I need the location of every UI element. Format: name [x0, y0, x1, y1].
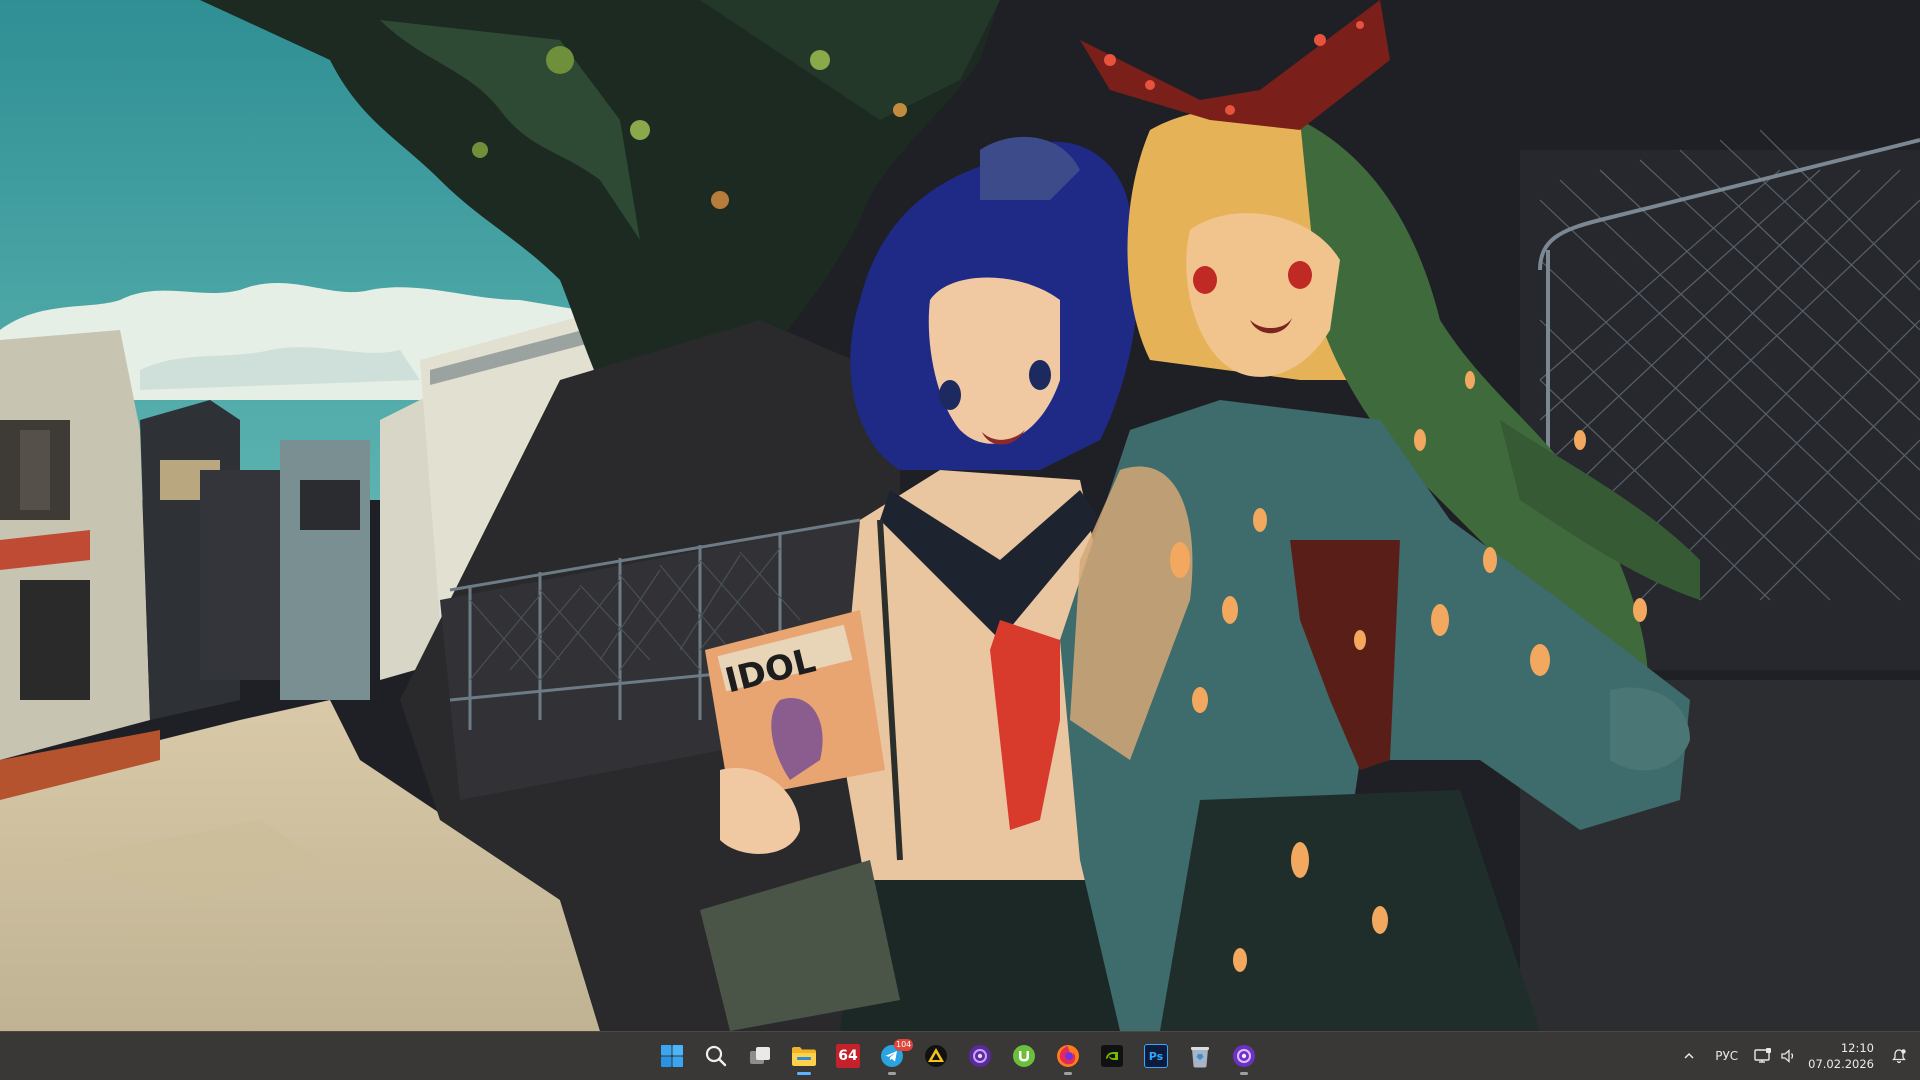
notification-center-button[interactable] — [1884, 1036, 1920, 1076]
photoshop-label: Ps — [1148, 1049, 1164, 1063]
running-indicator — [797, 1072, 811, 1075]
recycle-bin-button[interactable] — [1178, 1036, 1222, 1076]
clock-date: 07.02.2026 — [1808, 1057, 1874, 1071]
photoshop-icon: Ps — [1144, 1044, 1168, 1068]
clock[interactable]: 12:10 07.02.2026 — [1800, 1036, 1884, 1076]
wallpaper-image: IDOL — [0, 0, 1920, 1031]
aida64-icon: 64 — [836, 1044, 860, 1068]
input-language-indicator[interactable]: РУС — [1705, 1036, 1748, 1076]
purple-app-2-button[interactable] — [1222, 1036, 1266, 1076]
utorrent-icon — [1013, 1045, 1035, 1067]
running-indicator — [1064, 1072, 1072, 1075]
purple-app-button[interactable] — [958, 1036, 1002, 1076]
notification-bell-icon — [1892, 1049, 1906, 1064]
task-view-icon — [750, 1047, 770, 1064]
network-icon — [1754, 1048, 1772, 1063]
running-indicator — [888, 1072, 896, 1075]
nvidia-button[interactable] — [1090, 1036, 1134, 1076]
nvidia-icon — [1101, 1045, 1123, 1067]
telegram-button[interactable]: 104 — [870, 1036, 914, 1076]
aida64-button[interactable]: 64 — [826, 1036, 870, 1076]
search-button[interactable] — [694, 1036, 738, 1076]
running-indicator — [1240, 1072, 1248, 1075]
folder-icon — [792, 1047, 816, 1066]
triangle-logo-icon — [925, 1045, 947, 1067]
search-icon — [705, 1045, 727, 1067]
desktop[interactable]: IDOL — [0, 0, 1920, 1031]
purple-circle-icon — [1233, 1045, 1255, 1067]
task-view-button[interactable] — [738, 1036, 782, 1076]
windows-logo-icon — [661, 1045, 683, 1067]
file-explorer-button[interactable] — [782, 1036, 826, 1076]
telegram-unread-badge: 104 — [894, 1039, 914, 1051]
photoshop-button[interactable]: Ps — [1134, 1036, 1178, 1076]
clock-time: 12:10 — [1840, 1041, 1874, 1055]
launcher-a-button[interactable] — [914, 1036, 958, 1076]
show-hidden-icons-button[interactable] — [1673, 1036, 1705, 1076]
aida64-label: 64 — [838, 1048, 858, 1064]
network-volume-button[interactable] — [1748, 1036, 1800, 1076]
firefox-icon — [1057, 1045, 1079, 1067]
utorrent-button[interactable] — [1002, 1036, 1046, 1076]
firefox-button[interactable] — [1046, 1036, 1090, 1076]
system-tray: РУС 12:10 07.02.2026 — [1673, 1032, 1920, 1080]
speaker-icon — [1781, 1049, 1794, 1063]
recycle-bin-icon — [1191, 1047, 1209, 1068]
taskbar: 64 104 Ps РУС 12:10 07.02.2026 — [0, 1031, 1920, 1080]
start-button[interactable] — [650, 1036, 694, 1076]
taskbar-pinned-apps: 64 104 Ps — [650, 1032, 1266, 1080]
chevron-up-icon — [1684, 1052, 1694, 1059]
purple-circle-icon — [969, 1045, 991, 1067]
